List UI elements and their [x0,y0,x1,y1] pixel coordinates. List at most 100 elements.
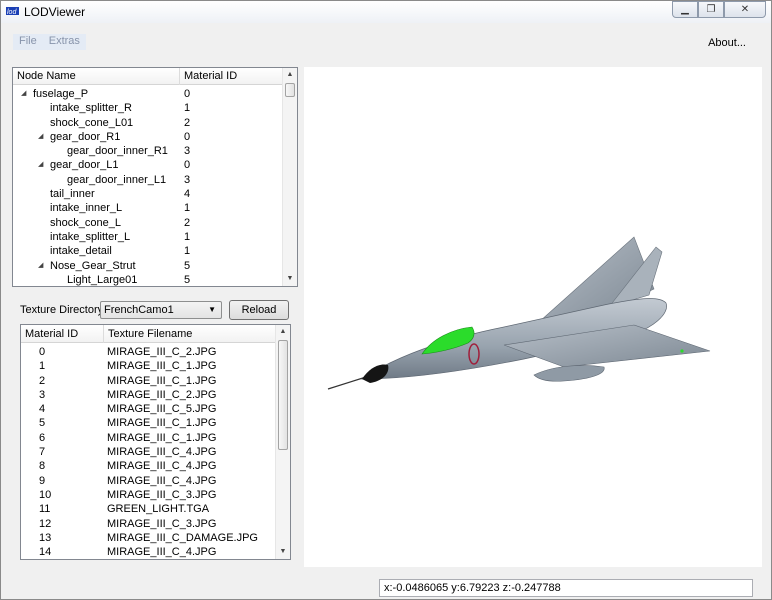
menu-extras[interactable]: Extras [43,34,86,50]
scroll-down-icon[interactable]: ▼ [276,545,290,559]
expand-arrow-icon[interactable]: ◢ [38,130,43,144]
tree-row[interactable]: gear_door_inner_R1 3 [13,144,283,158]
node-name: shock_cone_L01 [50,116,134,129]
table-row[interactable]: 8 MIRAGE_III_C_4.JPG [21,459,277,473]
column-header-node-name[interactable]: Node Name [17,70,76,82]
node-name: gear_door_R1 [50,130,121,143]
lod-app-icon: lod [6,7,19,15]
restore-button[interactable]: ❐ [698,1,724,18]
node-material-id: 2 [184,116,191,129]
tree-row[interactable]: Light_Large01 5 [13,273,283,286]
table-row[interactable]: 0 MIRAGE_III_C_2.JPG [21,345,277,359]
texture-table[interactable]: Material ID Texture Filename 0 MIRAGE_III… [20,324,291,560]
material-id-cell: 12 [39,517,52,530]
tree-scrollbar[interactable]: ▲ ▼ [282,68,297,286]
column-divider[interactable] [179,68,180,85]
table-row[interactable]: 11 GREEN_LIGHT.TGA [21,502,277,516]
node-material-id: 2 [184,216,191,229]
node-material-id: 0 [184,159,191,172]
scroll-up-icon[interactable]: ▲ [276,325,290,339]
tree-row[interactable]: gear_door_inner_L1 3 [13,173,283,187]
material-id-cell: 1 [39,360,46,373]
tree-header: Node Name Material ID [13,68,283,85]
title-bar[interactable]: lod LODViewer ▁ ❐ ✕ [1,1,771,23]
column-header-material-id[interactable]: Material ID [25,328,78,340]
menu-bar: File Extras [13,34,86,50]
table-row[interactable]: 6 MIRAGE_III_C_1.JPG [21,431,277,445]
table-row[interactable]: 13 MIRAGE_III_C_DAMAGE.JPG [21,531,277,545]
texture-filename-cell: MIRAGE_III_C_1.JPG [107,374,217,387]
table-row[interactable]: 5 MIRAGE_III_C_1.JPG [21,416,277,430]
tree-row[interactable]: ◢ Nose_Gear_Strut 5 [13,259,283,273]
tree-row[interactable]: ◢ fuselage_P 0 [13,87,283,101]
tree-row[interactable]: intake_splitter_L 1 [13,230,283,244]
model-viewport[interactable] [304,67,762,567]
node-name: shock_cone_L [50,216,121,229]
node-material-id: 1 [184,102,191,115]
table-row[interactable]: 7 MIRAGE_III_C_4.JPG [21,445,277,459]
tree-row[interactable]: intake_inner_L 1 [13,201,283,215]
node-name: gear_door_L1 [50,159,119,172]
tree-row[interactable]: shock_cone_L01 2 [13,116,283,130]
table-row[interactable]: 4 MIRAGE_III_C_5.JPG [21,402,277,416]
column-header-material-id[interactable]: Material ID [184,70,237,82]
material-id-cell: 2 [39,374,46,387]
node-name: intake_splitter_R [50,102,132,115]
texture-directory-select[interactable]: FrenchCamo1 ▼ [100,301,222,319]
table-scrollbar[interactable]: ▲ ▼ [275,325,290,559]
node-material-id: 5 [184,273,191,286]
node-name: intake_detail [50,245,112,258]
lodviewer-window: lod LODViewer ▁ ❐ ✕ File Extras About...… [0,0,772,600]
material-id-cell: 9 [39,474,46,487]
texture-directory-label: Texture Directory: [20,304,107,316]
material-id-cell: 5 [39,417,46,430]
tree-row[interactable]: intake_splitter_R 1 [13,101,283,115]
menu-file[interactable]: File [13,34,43,50]
node-material-id: 3 [184,173,191,186]
node-tree[interactable]: Node Name Material ID ◢ fuselage_P 0 intake… [12,67,298,287]
node-name: intake_splitter_L [50,230,131,243]
close-button[interactable]: ✕ [724,1,766,18]
tree-row[interactable]: intake_detail 1 [13,244,283,258]
window-title: LODViewer [24,5,86,19]
tree-rows: ◢ fuselage_P 0 intake_splitter_R 1 shock_cone… [13,87,283,286]
node-name: Light_Large01 [67,273,138,286]
table-header: Material ID Texture Filename [21,325,277,343]
table-row[interactable]: 1 MIRAGE_III_C_1.JPG [21,359,277,373]
window-controls: ▁ ❐ ✕ [672,1,766,19]
node-material-id: 1 [184,245,191,258]
texture-filename-cell: GREEN_LIGHT.TGA [107,503,210,516]
node-material-id: 0 [184,88,191,100]
aircraft-model [327,236,711,390]
texture-filename-cell: MIRAGE_III_C_2.JPG [107,388,217,401]
expand-arrow-icon[interactable]: ◢ [38,259,43,273]
table-row[interactable]: 12 MIRAGE_III_C_3.JPG [21,517,277,531]
expand-arrow-icon[interactable]: ◢ [38,158,43,172]
texture-filename-cell: MIRAGE_III_C_4.JPG [107,460,217,473]
column-header-texture-filename[interactable]: Texture Filename [108,328,192,340]
tree-row[interactable]: ◢ gear_door_R1 0 [13,130,283,144]
node-material-id: 1 [184,202,191,215]
node-name: gear_door_inner_L1 [67,173,167,186]
scroll-thumb[interactable] [278,340,288,450]
node-name: tail_inner [50,188,95,201]
node-material-id: 5 [184,259,191,272]
table-row[interactable]: 3 MIRAGE_III_C_2.JPG [21,388,277,402]
about-menu[interactable]: About... [708,37,746,49]
table-row[interactable]: 14 MIRAGE_III_C_4.JPG [21,545,277,559]
tree-row[interactable]: ◢ gear_door_L1 0 [13,158,283,172]
tree-row[interactable]: shock_cone_L 2 [13,216,283,230]
material-id-cell: 11 [39,503,51,516]
scroll-up-icon[interactable]: ▲ [283,68,297,82]
scroll-thumb[interactable] [285,83,295,97]
scroll-down-icon[interactable]: ▼ [283,272,297,286]
expand-arrow-icon[interactable]: ◢ [21,87,26,101]
tree-row[interactable]: tail_inner 4 [13,187,283,201]
texture-filename-cell: MIRAGE_III_C_4.JPG [107,474,217,487]
table-row[interactable]: 2 MIRAGE_III_C_1.JPG [21,374,277,388]
minimize-button[interactable]: ▁ [672,1,698,18]
reload-button[interactable]: Reload [229,300,289,320]
column-divider[interactable] [103,325,104,343]
table-row[interactable]: 10 MIRAGE_III_C_3.JPG [21,488,277,502]
table-row[interactable]: 9 MIRAGE_III_C_4.JPG [21,474,277,488]
